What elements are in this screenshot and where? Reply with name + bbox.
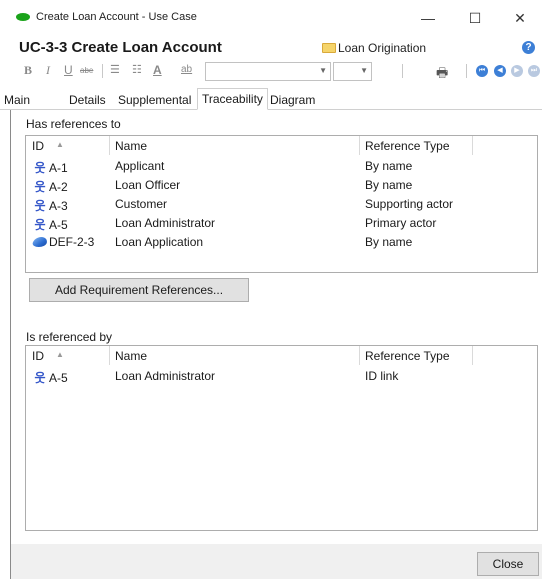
add-requirement-references-button[interactable]: Add Requirement References... [29,278,249,302]
actor-icon: 웃 [34,371,46,385]
tab-main[interactable]: Main [0,90,34,110]
row-id: A-3 [49,199,68,213]
first-record-icon[interactable]: ⏮ [476,65,488,77]
referenced-by-label: Is referenced by [26,330,113,344]
table-row[interactable]: 웃 A-3 Customer Supporting actor [26,195,537,214]
table-row[interactable]: 웃 A-2 Loan Officer By name [26,176,537,195]
column-header-reference-type[interactable]: Reference Type [365,349,450,363]
has-references-grid: ID ▲ Name Reference Type 웃 A-1 Applicant … [25,135,538,273]
folder-icon [322,43,336,53]
help-icon[interactable]: ? [522,41,535,54]
bold-button[interactable]: B [24,63,32,78]
table-row[interactable]: 웃 A-1 Applicant By name [26,157,537,176]
format-toolbar: B I U abe ☰ ☷ A ab ▼ ▼ 🖶 ⏮ ◀ ▶ ⏭ [0,58,542,84]
row-id: A-1 [49,161,68,175]
highlight-button[interactable]: ab [181,64,192,75]
toolbar-divider [102,64,103,78]
column-divider[interactable] [109,346,110,365]
maximize-button[interactable]: ☐ [455,6,495,30]
row-name: Loan Administrator [115,216,216,230]
table-row[interactable]: 웃 A-5 Loan Administrator Primary actor [26,214,537,233]
window-title: Create Loan Account - Use Case [36,11,197,23]
column-divider[interactable] [472,136,473,155]
actor-icon: 웃 [34,199,46,213]
tab-supplemental[interactable]: Supplemental [114,90,195,110]
dialog-footer [10,544,542,579]
has-references-label: Has references to [26,117,121,131]
tab-details[interactable]: Details [65,90,110,110]
column-header-id[interactable]: ID [32,139,44,153]
bullet-list-button[interactable]: ☰ [110,63,120,76]
next-record-icon[interactable]: ▶ [511,65,523,77]
actor-icon: 웃 [34,218,46,232]
actor-icon: 웃 [34,180,46,194]
previous-record-icon[interactable]: ◀ [494,65,506,77]
underline-button[interactable]: U [64,63,73,77]
referenced-by-grid: ID ▲ Name Reference Type 웃 A-5 Loan Admin… [25,345,538,531]
row-name: Applicant [115,159,165,173]
row-id: A-5 [49,371,68,385]
sort-ascending-icon: ▲ [56,140,64,149]
toolbar-divider [402,64,403,78]
numbered-list-button[interactable]: ☷ [132,63,142,76]
sort-ascending-icon: ▲ [56,350,64,359]
tab-strip: Main Details Supplemental Traceability D… [0,88,542,110]
table-row[interactable]: 웃 A-5 Loan Administrator ID link [26,367,537,386]
column-divider[interactable] [472,346,473,365]
row-name: Loan Officer [115,178,181,192]
column-header-name[interactable]: Name [115,349,147,363]
row-name: Loan Administrator [115,369,216,383]
page-title: UC-3-3 Create Loan Account [19,39,222,56]
app-status-icon [16,13,30,21]
column-header-id[interactable]: ID [32,349,44,363]
row-reference-type: By name [365,159,413,173]
tab-traceability[interactable]: Traceability [197,88,268,110]
row-name: Customer [115,197,168,211]
column-divider[interactable] [359,346,360,365]
row-reference-type: Primary actor [365,216,437,230]
tab-diagram[interactable]: Diagram [266,90,319,110]
row-id: DEF-2-3 [49,235,95,249]
column-header-name[interactable]: Name [115,139,147,153]
package-link[interactable]: Loan Origination [322,41,426,55]
row-reference-type: Supporting actor [365,197,454,211]
minimize-button[interactable]: — [408,6,448,30]
last-record-icon[interactable]: ⏭ [528,65,540,77]
strikethrough-button[interactable]: abe [80,66,93,75]
column-divider[interactable] [109,136,110,155]
close-window-button[interactable]: ✕ [500,6,540,30]
italic-button[interactable]: I [46,63,50,78]
font-name-select[interactable]: ▼ [205,62,331,81]
row-reference-type: By name [365,178,413,192]
window-titlebar: Create Loan Account - Use Case — ☐ ✕ [0,0,542,34]
actor-icon: 웃 [34,161,46,175]
package-label: Loan Origination [338,41,427,55]
chevron-down-icon: ▼ [360,66,368,75]
table-row[interactable]: DEF-2-3 Loan Application By name [26,233,537,252]
chevron-down-icon: ▼ [319,66,327,75]
row-id: A-2 [49,180,68,194]
close-button[interactable]: Close [477,552,539,576]
font-size-select[interactable]: ▼ [333,62,372,81]
definition-icon [31,237,49,247]
toolbar-divider [466,64,467,78]
print-icon[interactable]: 🖶 [436,64,448,86]
column-divider[interactable] [359,136,360,155]
font-color-button[interactable]: A [153,63,162,77]
row-reference-type: By name [365,235,413,249]
column-header-reference-type[interactable]: Reference Type [365,139,450,153]
row-id: A-5 [49,218,68,232]
row-reference-type: ID link [365,369,399,383]
row-name: Loan Application [115,235,204,249]
